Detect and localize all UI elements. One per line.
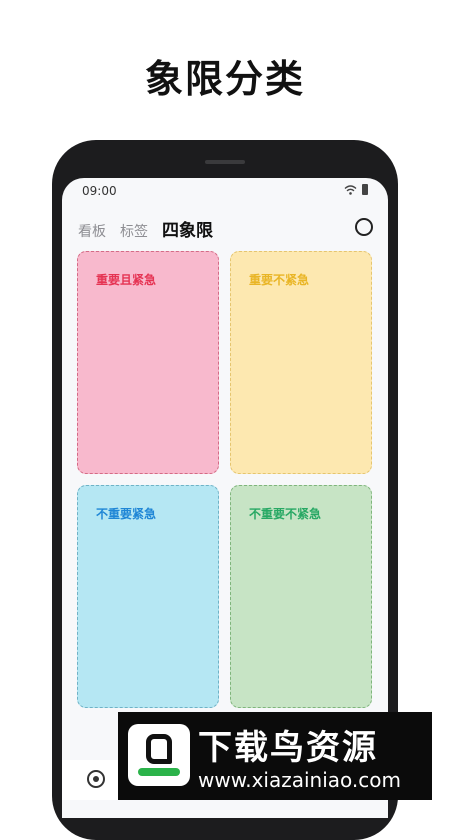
status-time: 09:00 xyxy=(82,184,117,198)
quadrant-unimportant-not-urgent[interactable]: 不重要不紧急 xyxy=(230,485,372,708)
quadrant-label: 不重要不紧急 xyxy=(249,507,322,521)
quadrant-label: 重要且紧急 xyxy=(96,273,157,287)
watermark-banner: 下载鸟资源 www.xiazainiao.com xyxy=(118,712,432,800)
bird-logo-icon xyxy=(128,724,190,786)
view-tabs: 看板 标签 四象限 xyxy=(78,216,213,241)
watermark-url: www.xiazainiao.com xyxy=(198,768,401,792)
wifi-icon xyxy=(344,184,357,195)
tab-quadrants[interactable]: 四象限 xyxy=(162,216,213,241)
target-icon[interactable] xyxy=(87,770,105,788)
battery-icon xyxy=(362,184,368,195)
status-bar: 09:00 xyxy=(62,178,388,204)
quadrant-label: 重要不紧急 xyxy=(249,273,310,287)
tab-tags[interactable]: 标签 xyxy=(120,221,148,241)
quadrant-label: 不重要紧急 xyxy=(96,507,157,521)
quadrant-unimportant-urgent[interactable]: 不重要紧急 xyxy=(77,485,219,708)
quadrant-important-urgent[interactable]: 重要且紧急 xyxy=(77,251,219,474)
tab-board[interactable]: 看板 xyxy=(78,221,106,241)
quadrant-important-not-urgent[interactable]: 重要不紧急 xyxy=(230,251,372,474)
watermark-title: 下载鸟资源 xyxy=(198,728,378,768)
status-icons xyxy=(344,184,368,195)
phone-speaker xyxy=(205,160,245,164)
circle-icon[interactable] xyxy=(355,218,373,236)
headline: 象限分类 xyxy=(144,57,305,101)
